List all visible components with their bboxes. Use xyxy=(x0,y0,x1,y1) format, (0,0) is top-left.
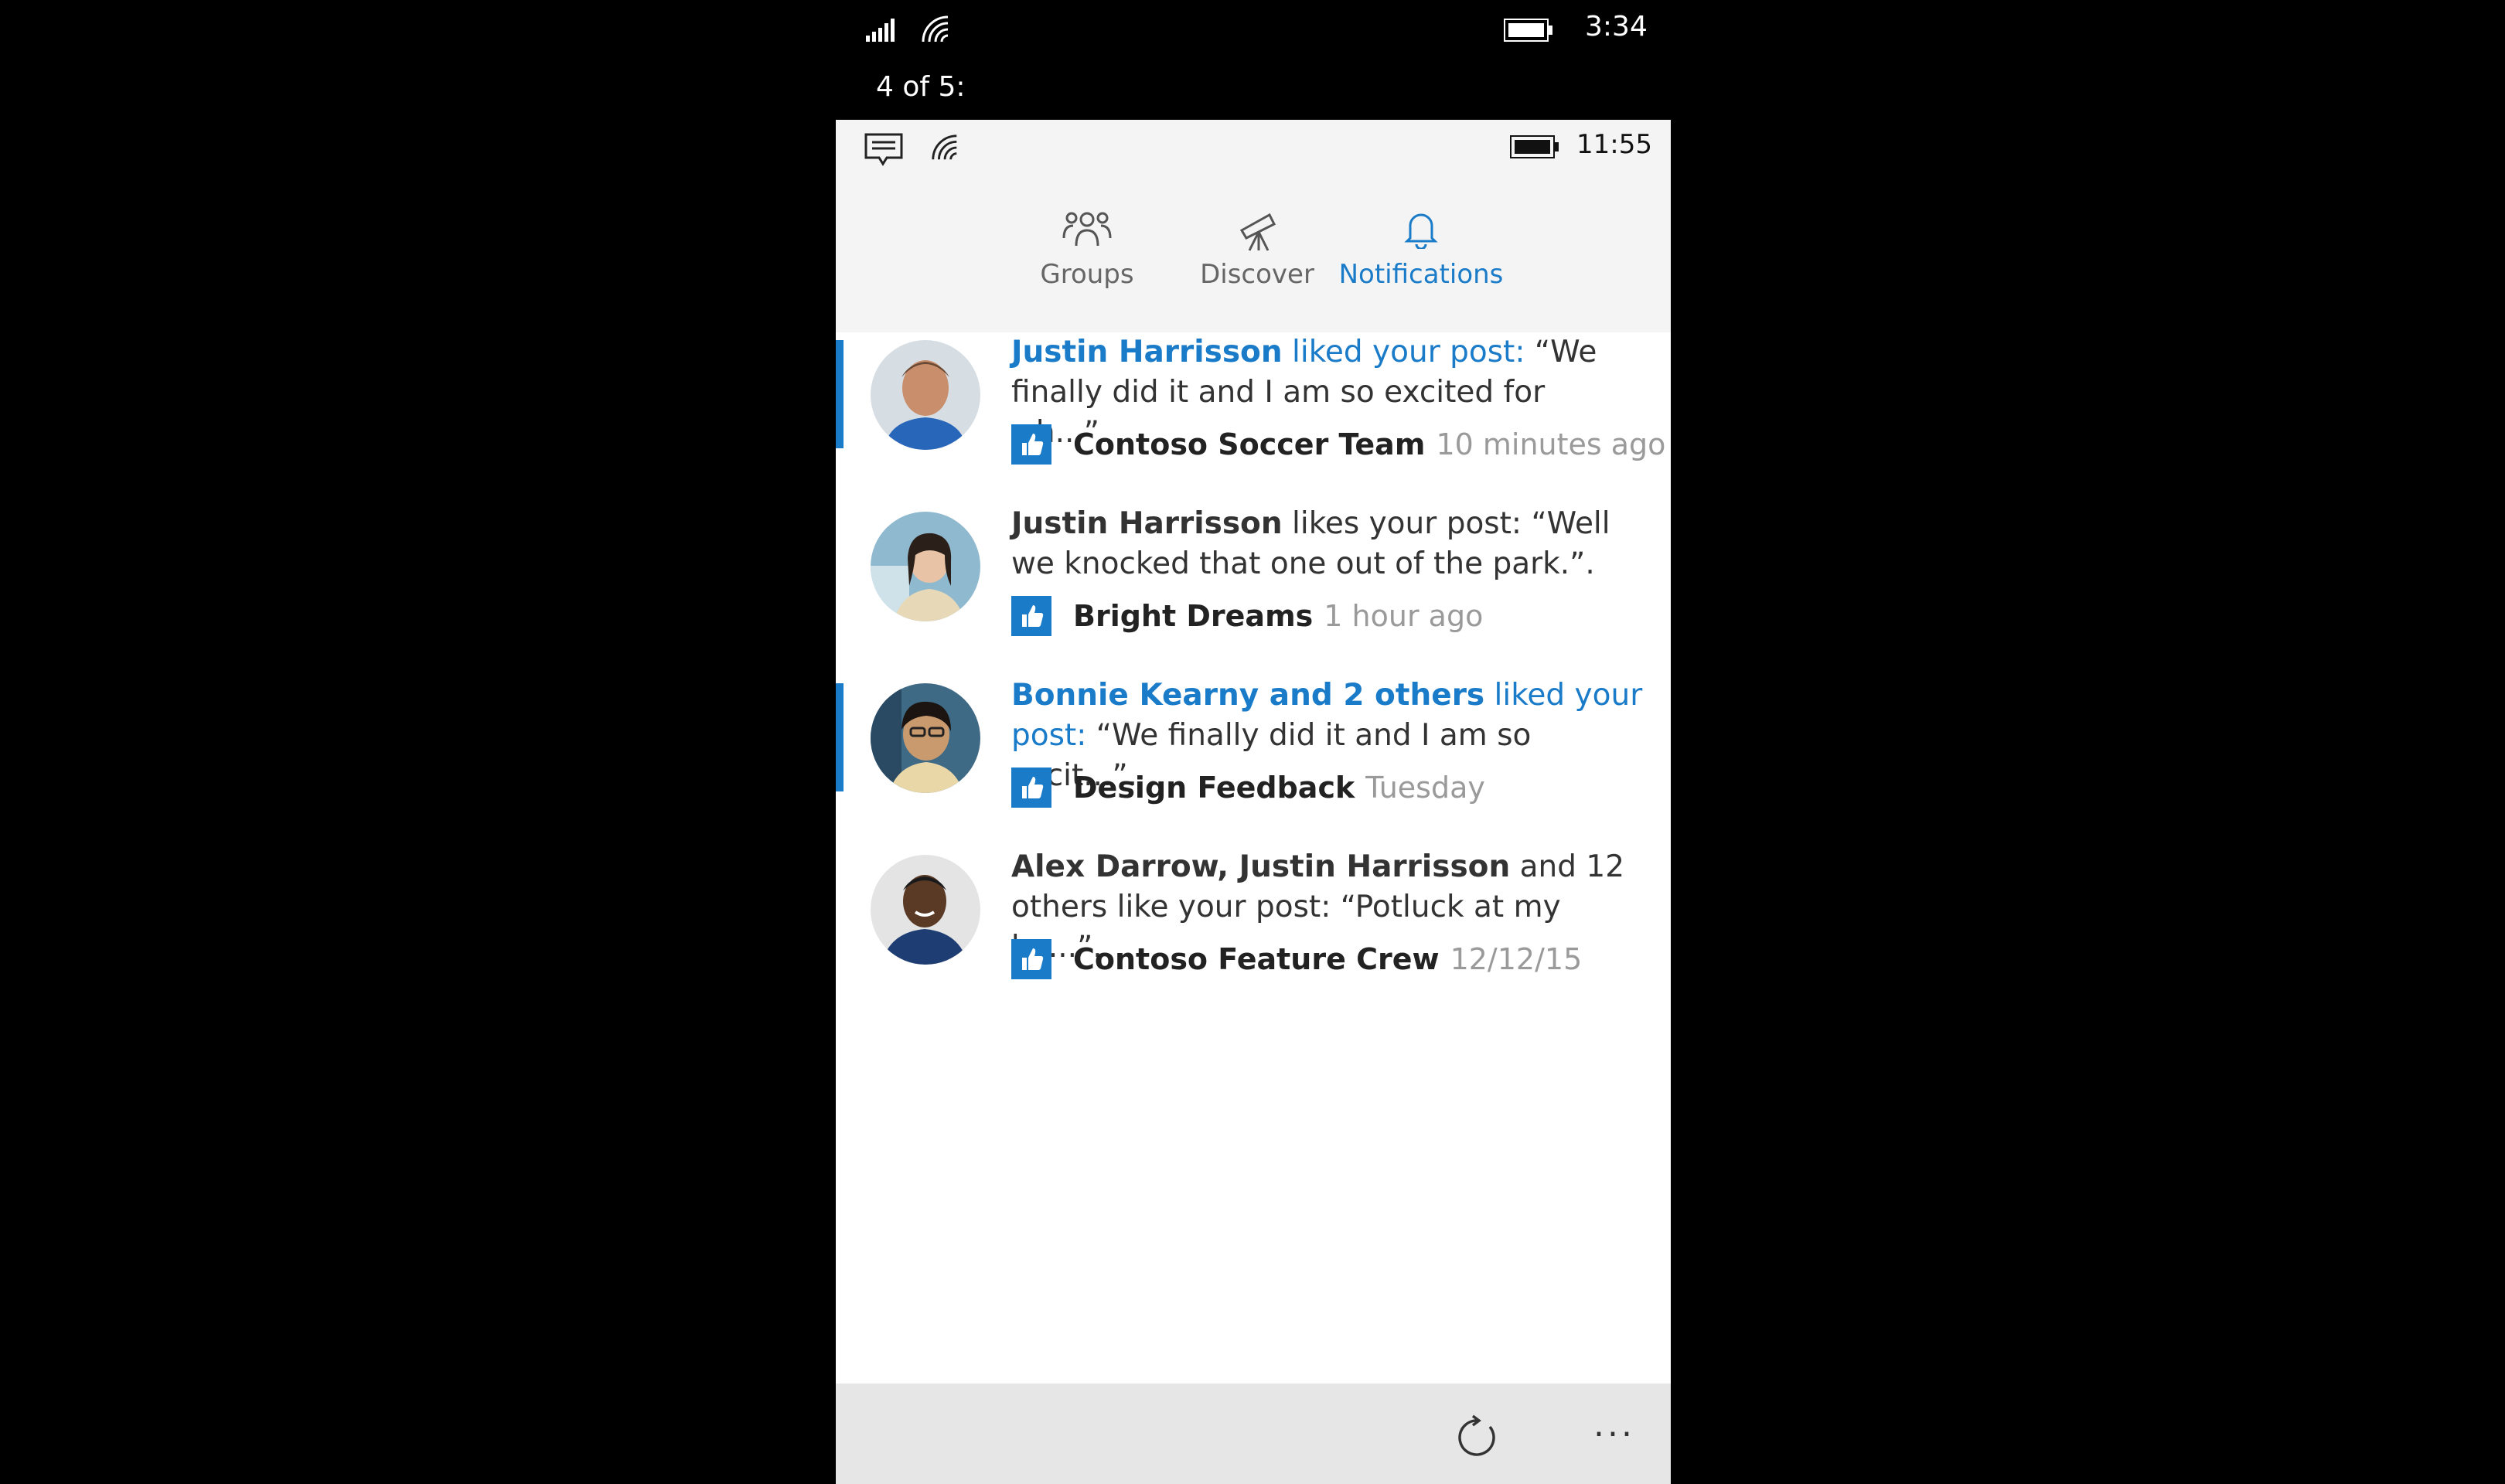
tab-groups[interactable]: Groups xyxy=(1029,182,1145,332)
tab-label: Groups xyxy=(1040,259,1134,290)
group-name[interactable]: Contoso Feature Crew xyxy=(1073,942,1440,976)
tab-label: Notifications xyxy=(1338,259,1504,290)
avatar xyxy=(871,855,980,965)
actor-name[interactable]: Bonnie Kearny and 2 others xyxy=(1011,678,1484,713)
tab-discover[interactable]: Discover xyxy=(1199,182,1315,332)
signal-strength-icon xyxy=(866,19,895,42)
unread-indicator xyxy=(836,340,844,448)
page-indicator: 4 of 5: xyxy=(876,71,966,103)
app-bar: ... xyxy=(836,1384,1671,1484)
avatar xyxy=(871,512,980,621)
tab-label: Discover xyxy=(1200,259,1314,290)
app-status-bar: 11:55 xyxy=(836,120,1671,182)
message-icon xyxy=(864,133,903,166)
more-button[interactable]: ... xyxy=(1593,1405,1635,1445)
telescope-icon xyxy=(1239,213,1276,251)
group-name[interactable]: Design Feedback xyxy=(1073,771,1355,805)
notification-meta: Contoso Soccer Team 10 minutes ago xyxy=(1011,421,1665,468)
avatar xyxy=(871,340,980,450)
notification-meta: Contoso Feature Crew 12/12/15 xyxy=(1011,936,1582,982)
notification-meta: Bright Dreams 1 hour ago xyxy=(1011,593,1483,639)
notification-item[interactable]: Alex Darrow, Justin Harrisson and 12 oth… xyxy=(836,847,1671,1002)
actor-name[interactable]: Alex Darrow, Justin Harrisson xyxy=(1011,849,1510,884)
notification-item[interactable]: Bonnie Kearny and 2 others liked your po… xyxy=(836,676,1671,830)
device-status-bar: 3:34 xyxy=(0,0,2505,62)
battery-icon xyxy=(1510,135,1559,158)
notification-item[interactable]: Justin Harrisson liked your post: “We fi… xyxy=(836,332,1671,487)
avatar xyxy=(871,683,980,793)
actor-name[interactable]: Justin Harrisson xyxy=(1011,335,1283,369)
timestamp: 10 minutes ago xyxy=(1436,427,1666,461)
timestamp: Tuesday xyxy=(1365,771,1485,805)
groups-icon xyxy=(1062,212,1112,247)
device-clock: 3:34 xyxy=(1585,11,1648,43)
refresh-icon[interactable] xyxy=(1454,1414,1501,1461)
timestamp: 1 hour ago xyxy=(1324,599,1484,633)
bell-icon xyxy=(1404,213,1438,249)
notification-text: Justin Harrisson likes your post: “Well … xyxy=(1011,504,1645,584)
battery-icon xyxy=(1504,19,1552,42)
app-clock: 11:55 xyxy=(1576,129,1652,160)
group-name[interactable]: Bright Dreams xyxy=(1073,599,1313,633)
unread-indicator xyxy=(836,683,844,791)
action-text: likes your post: xyxy=(1282,506,1522,541)
notification-meta: Design Feedback Tuesday xyxy=(1011,764,1485,811)
group-name[interactable]: Contoso Soccer Team xyxy=(1073,427,1425,461)
action-text: liked your post: xyxy=(1282,335,1525,369)
wifi-icon xyxy=(922,15,949,43)
group-like-icon xyxy=(1011,768,1051,808)
actor-name[interactable]: Justin Harrisson xyxy=(1011,506,1283,541)
group-like-icon xyxy=(1011,939,1051,979)
wifi-icon xyxy=(932,134,957,160)
phone-screen: 11:55 Groups Discover Notifications Just… xyxy=(836,120,1671,1484)
group-like-icon xyxy=(1011,424,1051,465)
tab-notifications[interactable]: Notifications xyxy=(1337,182,1505,332)
timestamp: 12/12/15 xyxy=(1450,942,1583,976)
pivot-tabs: Groups Discover Notifications xyxy=(836,182,1671,391)
group-like-icon xyxy=(1011,596,1051,636)
notification-item[interactable]: Justin Harrisson likes your post: “Well … xyxy=(836,504,1671,659)
notification-list: Justin Harrisson liked your post: “We fi… xyxy=(836,332,1671,1484)
